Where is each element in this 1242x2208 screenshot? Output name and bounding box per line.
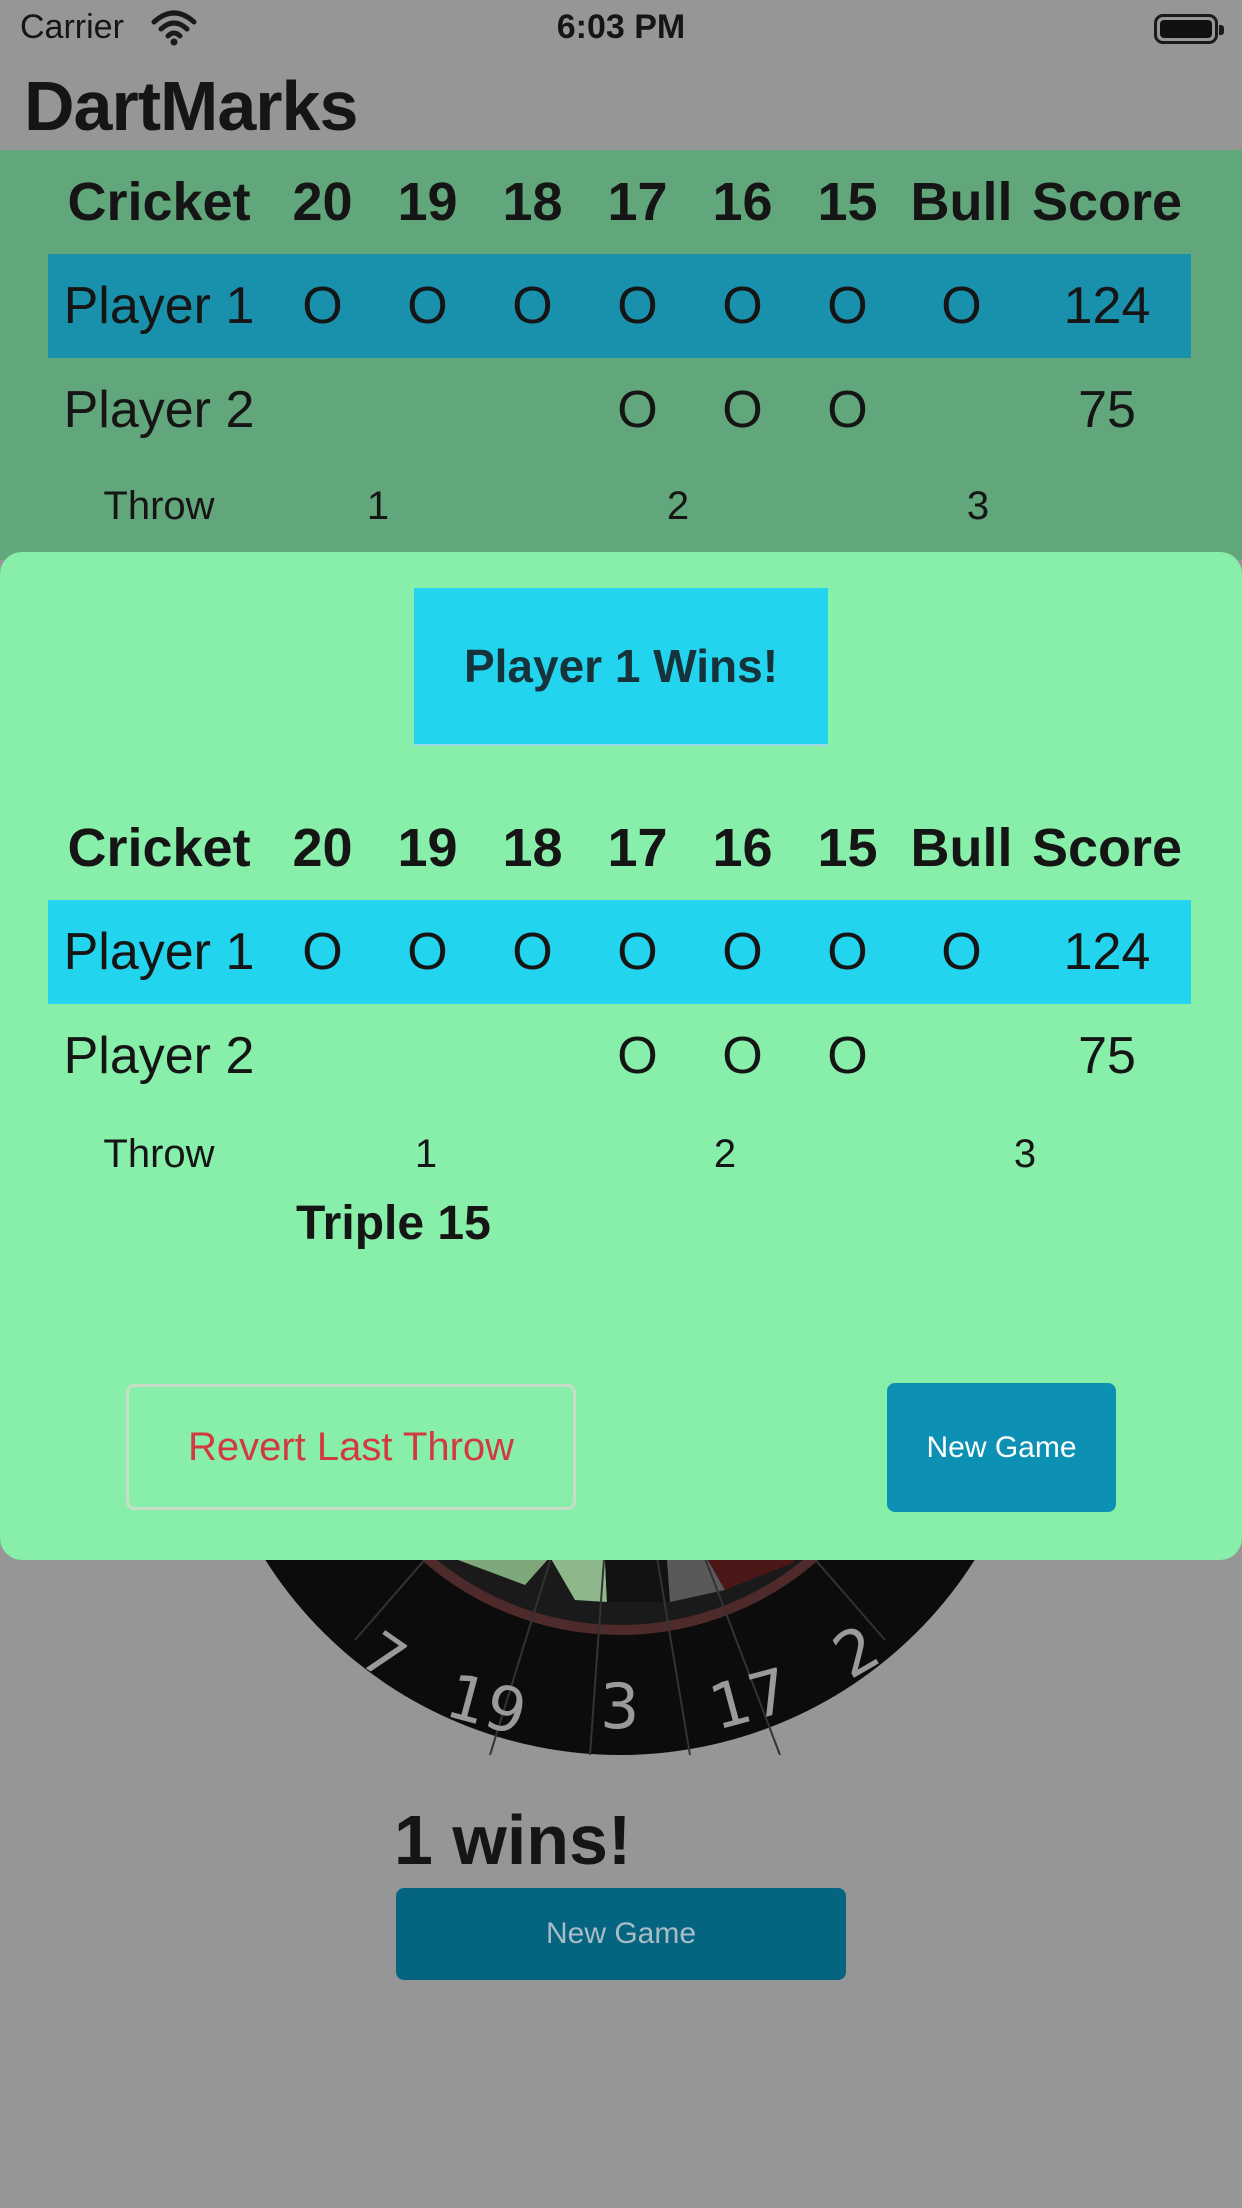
player-row-1: Player 1 O O O O O O O 124: [48, 254, 1191, 358]
mark-cell: O: [617, 381, 658, 439]
mark-cell: O: [512, 277, 553, 335]
mark-cell: O: [617, 1027, 658, 1085]
mark-cell: O: [302, 277, 343, 335]
mark-cell: [900, 1004, 1023, 1108]
player-name: Player 1: [63, 277, 255, 335]
player-score: 124: [1063, 277, 1151, 335]
throw-slot-2: 2: [713, 1132, 737, 1176]
player-row-2: Player 2 O O O 75: [48, 358, 1191, 462]
header-cell: Cricket: [67, 172, 251, 232]
mark-cell: O: [827, 381, 868, 439]
scoreboard-table: Cricket 20 19 18 17 16 15 Bull Score Pla…: [48, 150, 1191, 462]
header-cell: 19: [397, 172, 458, 232]
throw-label: Throw: [103, 1132, 215, 1176]
board-number: 3: [600, 1670, 639, 1743]
header-cell: 15: [817, 818, 878, 878]
mark-cell: [270, 358, 375, 462]
throw-slot-3: 3: [966, 484, 990, 528]
last-throw-label: Triple 15: [296, 1197, 491, 1250]
header-cell: Cricket: [67, 818, 251, 878]
mark-cell: [375, 358, 480, 462]
header-row: Cricket 20 19 18 17 16 15 Bull Score: [48, 796, 1191, 900]
mark-cell: O: [827, 1027, 868, 1085]
header-cell: 15: [817, 172, 878, 232]
mark-cell: O: [617, 923, 658, 981]
header-cell: 20: [292, 172, 353, 232]
app-title: DartMarks: [24, 67, 358, 145]
mark-cell: O: [512, 923, 553, 981]
winner-text-background: 1 wins!: [394, 1801, 632, 1879]
mark-cell: O: [722, 381, 763, 439]
scoreboard-background: Cricket 20 19 18 17 16 15 Bull Score Pla…: [0, 150, 1242, 560]
mark-cell: O: [827, 923, 868, 981]
header-cell: 18: [502, 818, 563, 878]
mark-cell: O: [302, 923, 343, 981]
header-cell: Score: [1031, 818, 1183, 878]
status-bar: Carrier 6:03 PM: [0, 0, 1242, 62]
header-cell: 17: [607, 818, 668, 878]
header-cell: 16: [712, 172, 773, 232]
mark-cell: O: [941, 923, 982, 981]
mark-cell: [480, 1004, 585, 1108]
player-row-2: Player 2 O O O 75: [48, 1004, 1191, 1108]
modal-throw-row: Throw 1 2 3: [48, 1124, 1194, 1184]
mark-cell: O: [722, 923, 763, 981]
header-cell: 18: [502, 172, 563, 232]
mark-cell: [480, 358, 585, 462]
mark-cell: O: [722, 277, 763, 335]
header-row: Cricket 20 19 18 17 16 15 Bull Score: [48, 150, 1191, 254]
player-name: Player 2: [63, 1027, 255, 1085]
mark-cell: O: [941, 277, 982, 335]
header-cell: Score: [1031, 172, 1183, 232]
new-game-button[interactable]: New Game: [887, 1383, 1116, 1512]
throw-label: Throw: [103, 484, 215, 528]
player-name: Player 1: [63, 923, 255, 981]
throw-row: Throw 1 2 3: [48, 476, 1194, 536]
header-cell: 20: [292, 818, 353, 878]
player-score: 75: [1078, 1027, 1136, 1085]
winner-banner: Player 1 Wins!: [414, 588, 828, 744]
mark-cell: O: [407, 277, 448, 335]
mark-cell: O: [827, 277, 868, 335]
status-time: 6:03 PM: [556, 8, 686, 46]
new-game-button-background[interactable]: New Game: [396, 1888, 846, 1980]
player-score: 75: [1078, 381, 1136, 439]
throw-slot-1: 1: [366, 484, 390, 528]
player-row-1: Player 1 O O O O O O O 124: [48, 900, 1191, 1004]
throw-slot-3: 3: [1013, 1132, 1037, 1176]
header-cell: 17: [607, 172, 668, 232]
header-cell: Bull: [910, 172, 1013, 232]
mark-cell: [375, 1004, 480, 1108]
header-cell: Bull: [910, 818, 1013, 878]
throw-slot-1: 1: [414, 1132, 438, 1176]
mark-cell: O: [407, 923, 448, 981]
player-score: 124: [1063, 923, 1151, 981]
player-name: Player 2: [63, 381, 255, 439]
battery-icon: [1154, 14, 1224, 44]
mark-cell: O: [617, 277, 658, 335]
throw-slot-2: 2: [666, 484, 690, 528]
modal-scoreboard-table: Cricket 20 19 18 17 16 15 Bull Score Pla…: [48, 796, 1191, 1108]
mark-cell: O: [722, 1027, 763, 1085]
mark-cell: [270, 1004, 375, 1108]
header-cell: 19: [397, 818, 458, 878]
header-cell: 16: [712, 818, 773, 878]
mark-cell: [900, 358, 1023, 462]
revert-last-throw-button[interactable]: Revert Last Throw: [126, 1384, 576, 1510]
